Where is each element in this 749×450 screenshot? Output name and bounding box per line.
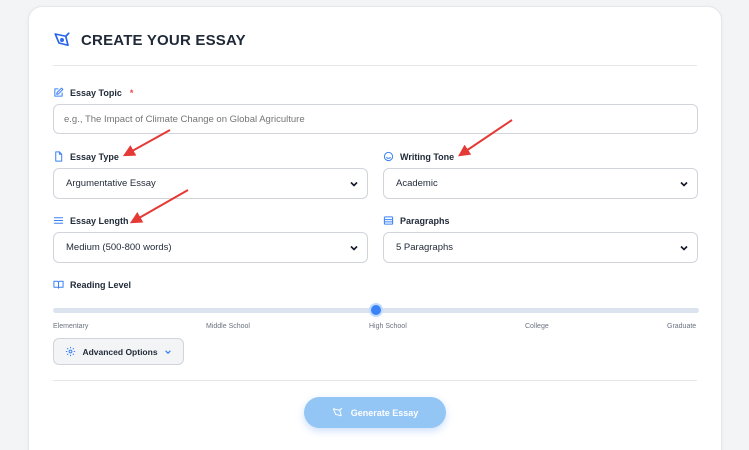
- essay-topic-input[interactable]: [53, 104, 698, 134]
- generate-essay-button[interactable]: Generate Essay: [304, 397, 446, 428]
- header-divider: [53, 65, 697, 66]
- tick-high-school: High School: [369, 323, 407, 330]
- form-header: CREATE YOUR ESSAY: [53, 31, 246, 49]
- essay-topic-label: Essay Topic *: [53, 87, 133, 98]
- essay-length-label: Essay Length: [53, 215, 129, 226]
- paragraphs-value: 5 Paragraphs: [396, 242, 454, 253]
- writing-tone-select[interactable]: Academic: [383, 168, 698, 199]
- reading-level-label-text: Reading Level: [70, 279, 132, 290]
- essay-form-card: CREATE YOUR ESSAY Essay Topic * Essay Ty…: [28, 6, 722, 450]
- essay-topic-label-text: Essay Topic: [70, 87, 122, 98]
- pen-nib-icon: [332, 407, 343, 418]
- tick-elementary: Elementary: [53, 323, 89, 330]
- writing-tone-value: Academic: [396, 178, 438, 189]
- footer-divider: [53, 380, 697, 381]
- chevron-down-icon: [349, 179, 359, 189]
- advanced-options-label: Advanced Options: [82, 346, 158, 357]
- tick-graduate: Graduate: [667, 323, 697, 330]
- advanced-options-button[interactable]: Advanced Options: [53, 338, 184, 365]
- required-mark: *: [129, 87, 134, 98]
- edit-icon: [53, 87, 64, 98]
- essay-length-label-text: Essay Length: [70, 215, 129, 226]
- document-icon: [53, 151, 64, 162]
- essay-type-value: Argumentative Essay: [66, 178, 156, 189]
- essay-length-value: Medium (500-800 words): [66, 242, 172, 253]
- paragraphs-label: Paragraphs: [383, 215, 450, 226]
- writing-tone-label: Writing Tone: [383, 151, 454, 162]
- essay-length-select[interactable]: Medium (500-800 words): [53, 232, 368, 263]
- tick-college: College: [525, 323, 549, 330]
- generate-essay-label: Generate Essay: [350, 407, 419, 418]
- pen-nib-icon: [53, 31, 71, 49]
- gear-icon: [65, 346, 76, 357]
- smile-icon: [383, 151, 394, 162]
- chevron-down-icon: [679, 243, 689, 253]
- chevron-down-icon: [164, 348, 172, 356]
- writing-tone-label-text: Writing Tone: [400, 151, 455, 162]
- tick-middle-school: Middle School: [206, 323, 250, 330]
- paragraphs-select[interactable]: 5 Paragraphs: [383, 232, 698, 263]
- essay-type-select[interactable]: Argumentative Essay: [53, 168, 368, 199]
- reading-level-label: Reading Level: [53, 279, 131, 290]
- essay-type-label-text: Essay Type: [70, 151, 119, 162]
- chevron-down-icon: [679, 179, 689, 189]
- reading-level-slider-thumb[interactable]: [369, 303, 383, 317]
- lines-icon: [53, 215, 64, 226]
- page-title: CREATE YOUR ESSAY: [81, 31, 246, 49]
- layout-rows-icon: [383, 215, 394, 226]
- paragraphs-label-text: Paragraphs: [400, 215, 450, 226]
- book-open-icon: [53, 279, 64, 290]
- essay-type-label: Essay Type: [53, 151, 119, 162]
- chevron-down-icon: [349, 243, 359, 253]
